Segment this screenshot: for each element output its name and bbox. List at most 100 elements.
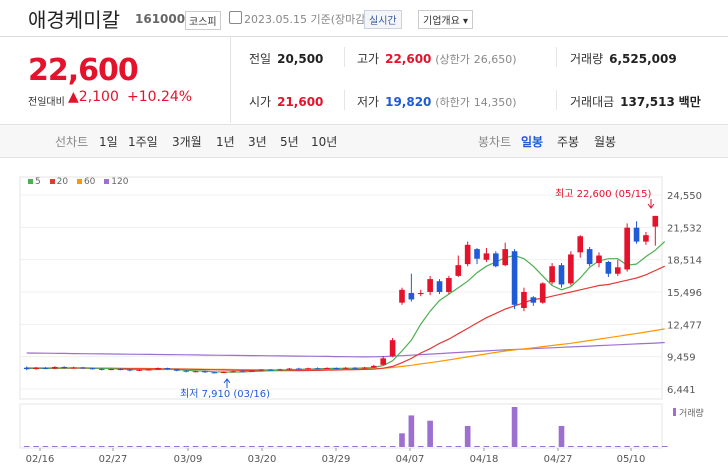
tab-1w[interactable]: 1주일 [128,133,158,150]
candle-body [380,358,387,365]
candle-body [427,279,433,292]
candle-body [89,368,96,370]
candle-body [361,367,368,369]
candle [352,367,358,369]
divider [344,47,345,67]
candle-body [136,369,143,371]
candle [324,367,330,370]
candle [652,215,659,246]
candle-body [539,283,546,303]
volume-bar [371,446,377,447]
upper-limit-value: 26,650) [473,53,517,66]
candle-body [474,249,480,259]
candle-body [586,249,593,265]
tab-weekly[interactable]: 주봉 [557,133,579,150]
trade-amount-unit: 백만 [678,95,701,109]
candle [624,223,630,272]
candle [380,356,387,366]
tab-3y[interactable]: 3년 [248,133,267,150]
candle [502,242,509,267]
volume-label: 거래량 [570,52,604,66]
tab-monthly[interactable]: 월봉 [594,133,616,150]
candle-chart[interactable]: 24,550 21,532 18,514 15,496 12,477 9,459 6,441… [0,157,728,475]
candle-body [371,365,377,368]
trade-amount: 거래대금 137,513 백만 [570,93,701,110]
high-price: 고가 22,600 (상한가 26,650) [357,50,517,67]
candle [586,246,593,267]
max-annotation: 최고 22,600 (05/15) [555,188,651,200]
volume-bar [511,407,518,447]
tab-1d[interactable]: 1일 [99,133,118,150]
low-price: 저가 19,820 (하한가 14,350) [357,93,517,110]
volume-bar [42,446,49,447]
candle [614,259,621,276]
line-chart-label: 선차트 [55,135,89,149]
volume-bar [314,446,321,447]
volume-bar [173,446,180,447]
candle-body [342,367,349,369]
tab-1y[interactable]: 1년 [216,133,235,150]
change-label: 전일대비 [28,97,65,108]
volume-bars [23,407,668,447]
upper-limit-label: (상한가 [435,53,470,66]
volume-bar [155,446,161,447]
volume-bar [549,446,555,447]
ma60-line [26,328,665,371]
volume-bar [427,420,433,447]
y-tick-label: 24,550 [667,191,702,202]
x-axis-ticks: 02/16 02/27 03/09 03/20 03/29 04/07 04/18 04/27… [26,448,646,465]
y-tick-label: 21,532 [667,223,702,234]
candle-body [521,291,527,309]
prev-close-value: 20,500 [277,52,324,66]
volume-bar [70,446,77,447]
volume-bar [586,446,593,447]
candle-body [605,261,612,274]
tab-5y[interactable]: 5년 [280,133,299,150]
candle [474,248,480,265]
volume-bar [577,446,584,447]
x-tick-label: 02/16 [26,454,55,465]
base-date: 2023.05.15 기준(장마감) [244,13,370,26]
volume: 거래량 6,525,009 [570,50,677,67]
candle-body [558,265,565,285]
candle-body [596,255,602,264]
x-tick-label: 04/07 [396,454,425,465]
volume-bar [239,446,246,447]
volume-bar [230,446,236,447]
candle-body [220,372,227,374]
candle-body [239,371,246,373]
company-overview-dropdown[interactable]: 기업개요 ▾ [418,10,474,29]
volume-bar [643,446,649,447]
candle-body [324,368,330,370]
x-tick-label: 05/10 [617,454,646,465]
trade-amount-label: 거래대금 [570,95,615,109]
candle-body [464,244,471,265]
candle-body [258,369,265,371]
candle-body [145,369,152,371]
candle [399,287,405,305]
candle-body [277,369,283,371]
volume-bar [492,446,499,447]
candle-body [417,293,424,295]
company-overview-label: 기업개요 [423,16,460,27]
candle-body [643,235,649,242]
tab-10y[interactable]: 10년 [311,133,337,150]
candle-body [408,293,415,300]
volume-legend-label: 거래량 [679,407,704,419]
volume-bar [614,446,621,447]
volume-bar [633,446,640,447]
candle [558,263,565,288]
chart-period-tabs: 선차트 1일 1주일 3개월 1년 3년 5년 10년 봉차트 일봉 주봉 월봉 [0,124,728,158]
volume-bar [539,446,546,447]
candle-body [492,253,499,267]
realtime-button[interactable]: 실시간 [364,10,402,29]
chevron-down-icon: ▾ [463,16,469,27]
tab-3m[interactable]: 3개월 [172,133,202,150]
tab-daily[interactable]: 일봉 [521,133,543,150]
candle-body [295,368,302,370]
candle-body [173,369,180,371]
volume-bar [361,446,368,447]
min-arrow-icon [223,378,231,388]
divider [344,90,345,110]
open-price: 시가 21,600 [249,93,323,110]
